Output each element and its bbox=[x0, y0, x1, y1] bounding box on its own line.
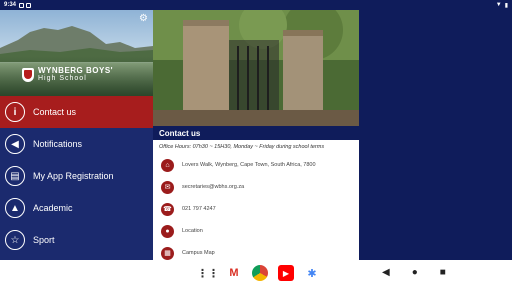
drawer-menu: i Contact us ◀ Notifications ▤ My App Re… bbox=[0, 96, 153, 256]
menu-item-sport[interactable]: ☆ Sport bbox=[0, 224, 153, 256]
contact-row-phone[interactable]: ☎ 021 797 4247 bbox=[159, 198, 353, 220]
email-icon: ✉ bbox=[161, 180, 174, 194]
system-nav-bar: ⋮⋮ M ▶ ✱ ◀ ● ■ bbox=[0, 260, 512, 288]
home-icon: ⌂ bbox=[161, 158, 174, 172]
school-name: Wynberg Boys' bbox=[38, 66, 114, 75]
youtube-icon[interactable]: ▶ bbox=[278, 265, 294, 281]
notification-icon bbox=[19, 2, 25, 8]
crest-icon bbox=[22, 67, 34, 82]
menu-item-label: Contact us bbox=[33, 107, 77, 117]
notification-icon bbox=[26, 2, 32, 8]
gmail-icon[interactable]: M bbox=[226, 265, 242, 281]
menu-item-academic[interactable]: ▲ Academic bbox=[0, 192, 153, 224]
phone-icon: ☎ bbox=[161, 202, 174, 216]
info-icon: i bbox=[5, 102, 25, 122]
campus-map-text: Campus Map bbox=[182, 250, 215, 256]
home-icon[interactable]: ● bbox=[412, 267, 418, 278]
app-drawer-icon[interactable]: ⋮⋮ bbox=[197, 265, 219, 281]
menu-item-label: My App Registration bbox=[33, 171, 114, 181]
section-title: Contact us bbox=[153, 126, 359, 140]
star-icon: ☆ bbox=[5, 230, 25, 250]
recents-icon[interactable]: ■ bbox=[440, 267, 446, 278]
megaphone-icon: ◀ bbox=[5, 134, 25, 154]
chrome-icon[interactable] bbox=[252, 265, 268, 281]
school-subtitle: High School bbox=[38, 75, 87, 82]
menu-item-contact-us[interactable]: i Contact us bbox=[0, 96, 153, 128]
school-gate-image bbox=[153, 10, 359, 126]
drawer-header-image: Wynberg Boys' High School ⚙ bbox=[0, 10, 153, 96]
phone-text: 021 797 4247 bbox=[182, 206, 216, 212]
menu-item-label: Sport bbox=[33, 235, 55, 245]
contact-row-location[interactable]: ● Location bbox=[159, 220, 353, 242]
email-text: secretaries@wbhs.org.za bbox=[182, 184, 245, 190]
menu-item-my-app-registration[interactable]: ▤ My App Registration bbox=[0, 160, 153, 192]
menu-item-label: Notifications bbox=[33, 139, 83, 149]
id-card-icon: ▤ bbox=[5, 166, 25, 186]
map-icon: ▦ bbox=[161, 246, 174, 260]
contact-page: Contact us Office Hours: 07h30 ~ 15H30, … bbox=[153, 10, 359, 288]
wifi-icon: ▼ bbox=[495, 2, 502, 8]
graduation-cap-icon: ▲ bbox=[5, 198, 25, 218]
address-text: Lovers Walk, Wynberg, Cape Town, South A… bbox=[182, 162, 316, 168]
navigation-drawer: Wynberg Boys' High School ⚙ i Contact us… bbox=[0, 10, 153, 288]
contact-card: Office Hours: 07h30 ~ 15H30, Monday ~ Fr… bbox=[153, 140, 359, 270]
menu-item-notifications[interactable]: ◀ Notifications bbox=[0, 128, 153, 160]
contact-row-email[interactable]: ✉ secretaries@wbhs.org.za bbox=[159, 176, 353, 198]
status-time: 9:34 bbox=[4, 2, 17, 8]
office-hours: Office Hours: 07h30 ~ 15H30, Monday ~ Fr… bbox=[159, 144, 325, 150]
school-logo: Wynberg Boys' High School bbox=[22, 66, 113, 83]
location-text: Location bbox=[182, 228, 203, 234]
battery-icon: ▮ bbox=[504, 2, 508, 9]
gear-icon[interactable]: ⚙ bbox=[139, 14, 149, 24]
contact-row-address[interactable]: ⌂ Lovers Walk, Wynberg, Cape Town, South… bbox=[159, 154, 353, 176]
location-pin-icon: ● bbox=[161, 224, 174, 238]
photos-icon[interactable]: ✱ bbox=[304, 265, 320, 281]
status-bar: 9:34 ▼ ▮ bbox=[0, 0, 512, 10]
menu-item-label: Academic bbox=[33, 203, 73, 213]
back-icon[interactable]: ◀ bbox=[382, 267, 390, 278]
